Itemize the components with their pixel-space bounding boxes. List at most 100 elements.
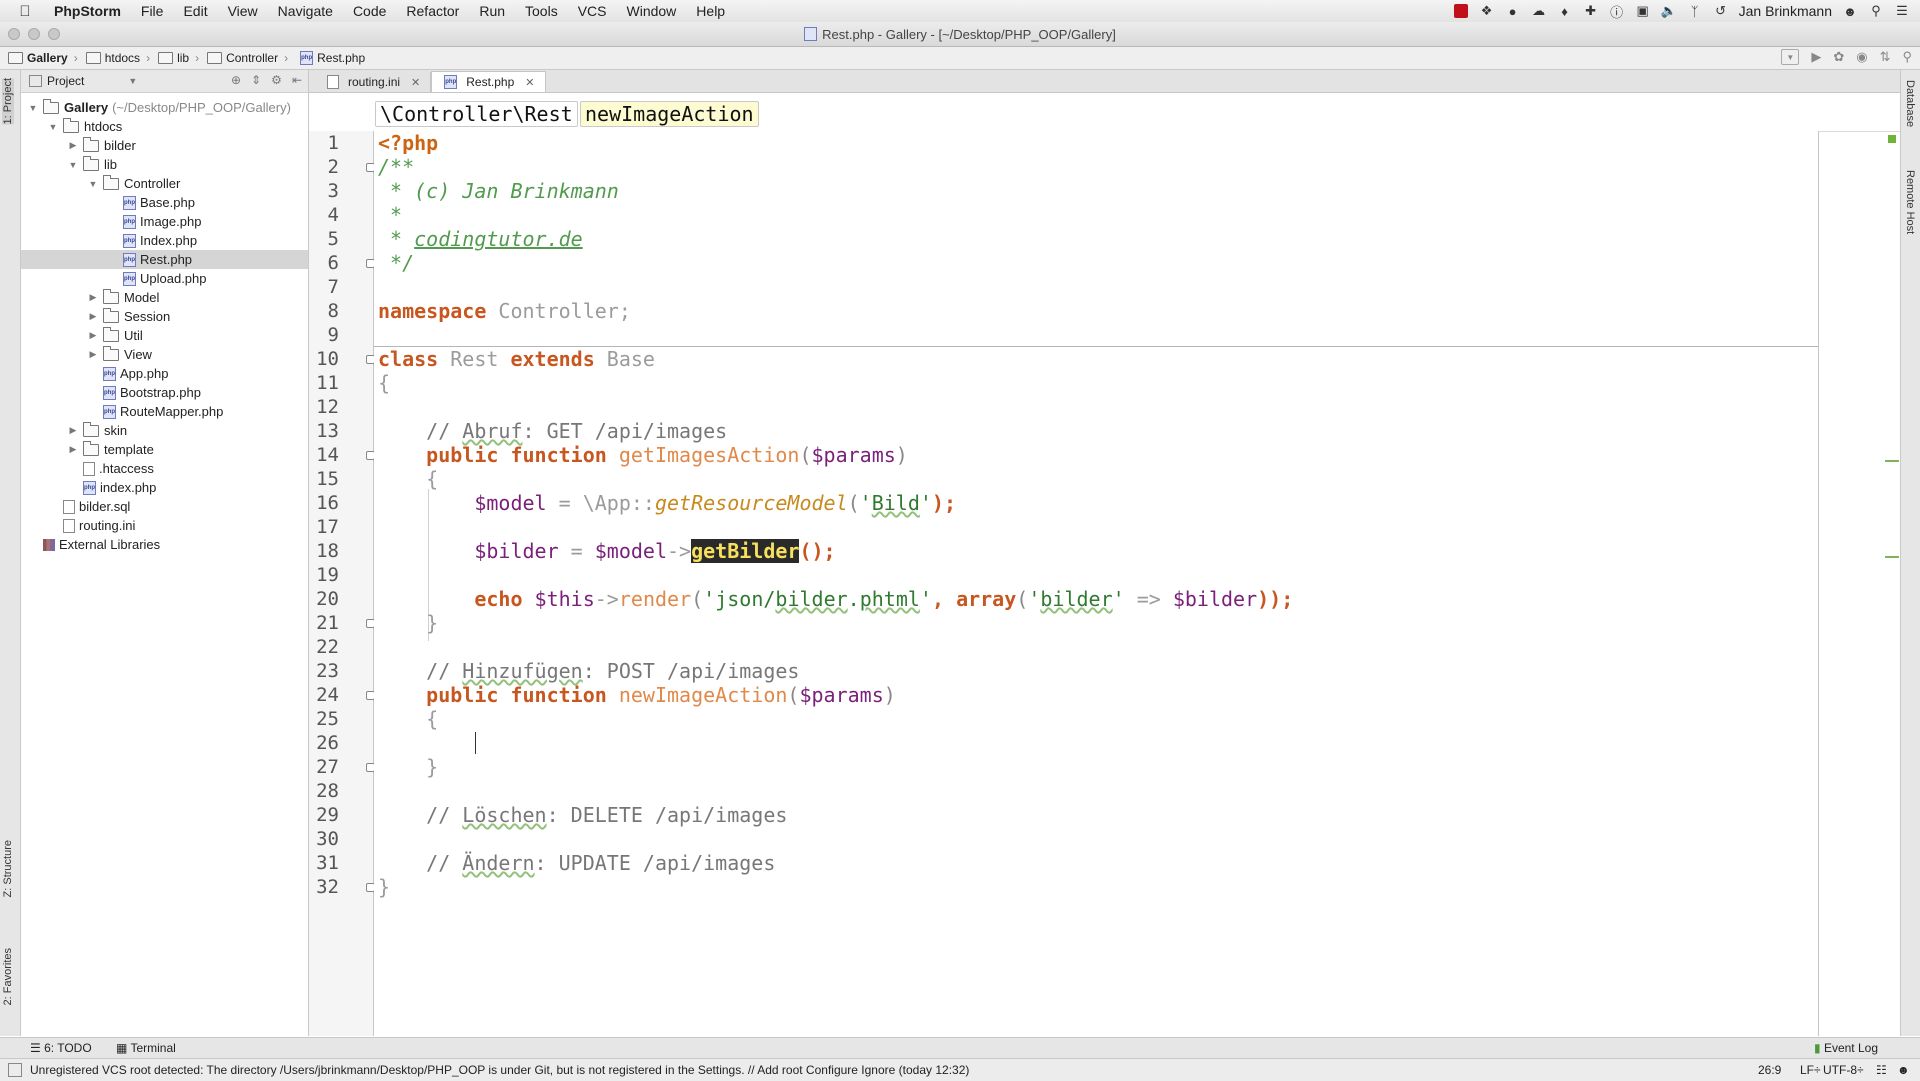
time-machine-icon[interactable]: ↺ [1713,3,1729,19]
info-icon[interactable]: ⓘ [1609,3,1625,20]
nav-crumb-gallery[interactable]: Gallery › [8,51,78,65]
tree-file[interactable]: php App.php [87,364,168,383]
collapsed-arrow-icon[interactable]: ▶ [87,292,99,303]
notification-center-icon[interactable]: ☰ [1894,3,1910,19]
expanded-arrow-icon[interactable]: ▼ [27,103,39,113]
tab-routing-ini[interactable]: routing.ini ✕ [315,72,432,92]
chevron-down-icon[interactable]: ▼ [128,76,137,86]
line-number-gutter[interactable]: 1 2 3 4 5 6 7 8 9 10 11 12 13 14 15 16 17 18 19 20 21 22 23 24 2… [309,131,375,1036]
tree-folder[interactable]: ▼ Controller [87,174,180,193]
favorites-tool-tab[interactable]: 2: Favorites [2,948,14,1005]
lock-icon[interactable]: ☷ [1876,1063,1887,1077]
leaf-icon[interactable]: ● [1505,3,1521,19]
tree-folder[interactable]: ▶ bilder [67,136,136,155]
tree-file[interactable]: php Index.php [107,231,197,250]
user-name[interactable]: Jan Brinkmann [1739,3,1832,19]
code-editor[interactable]: <?php /** * (c) Jan Brinkmann * * coding… [374,131,1819,1036]
tree-file[interactable]: php Upload.php [107,269,207,288]
locate-file-icon[interactable]: ⊕ [231,73,241,87]
menu-help[interactable]: Help [696,3,725,19]
menu-window[interactable]: Window [627,3,677,19]
menu-view[interactable]: View [228,3,258,19]
run-config-dropdown[interactable]: ▼ [1781,49,1800,65]
tree-file[interactable]: php index.php [67,478,156,497]
minimize-window-button[interactable] [28,28,40,40]
tree-folder[interactable]: ▼ Gallery (~/Desktop/PHP_OOP/Gallery) [27,98,291,117]
menu-refactor[interactable]: Refactor [406,3,459,19]
error-stripe-mark[interactable] [1885,460,1899,462]
zoom-window-button[interactable] [48,28,60,40]
expanded-arrow-icon[interactable]: ▼ [67,160,79,170]
menu-edit[interactable]: Edit [183,3,207,19]
dropbox-icon[interactable]: ❖ [1479,3,1495,19]
expanded-arrow-icon[interactable]: ▼ [87,179,99,189]
nav-crumb-htdocs[interactable]: htdocs › [85,51,150,65]
gear-icon[interactable]: ⚙ [271,73,282,87]
menu-tools[interactable]: Tools [525,3,558,19]
battery-icon[interactable]: ▣ [1635,3,1651,19]
cloud-icon[interactable]: ☁ [1531,3,1547,19]
menu-file[interactable]: File [141,3,164,19]
debug-icon[interactable]: ✿ [1833,49,1844,65]
evernote-icon[interactable]: ♦ [1557,3,1573,19]
collapsed-arrow-icon[interactable]: ▶ [67,425,79,436]
app-menu[interactable]: PhpStorm [54,3,121,19]
tree-folder[interactable]: ▶ template [67,440,154,459]
plus-icon[interactable]: ✚ [1583,3,1599,19]
collapsed-arrow-icon[interactable]: ▶ [87,349,99,360]
nav-crumb-rest-php[interactable]: php Rest.php [296,51,365,65]
tree-file[interactable]: php Bootstrap.php [87,383,201,402]
structure-tool-tab[interactable]: Z: Structure [2,840,14,897]
inspector-icon[interactable]: ☻ [1897,1063,1910,1077]
apple-icon[interactable]:  [12,3,38,20]
close-window-button[interactable] [8,28,20,40]
expanded-arrow-icon[interactable]: ▼ [47,122,59,132]
tree-folder[interactable]: ▶ View [87,345,152,364]
todo-tool-tab[interactable]: ☰ 6: TODO [30,1041,92,1055]
hide-panel-icon[interactable]: ⇤ [292,73,302,87]
collapsed-arrow-icon[interactable]: ▶ [87,311,99,322]
close-icon[interactable]: ✕ [525,76,534,89]
tree-file[interactable]: .htaccess [67,459,154,478]
close-icon[interactable]: ✕ [411,76,420,89]
search-everywhere-icon[interactable]: ⚲ [1902,49,1912,65]
tree-folder[interactable]: ▶ Session [87,307,170,326]
vcs-update-icon[interactable]: ⇅ [1880,49,1891,65]
editor-crumb-class[interactable]: \Controller\Rest [375,101,578,127]
collapsed-arrow-icon[interactable]: ▶ [67,444,79,455]
volume-icon[interactable]: 🔈 [1661,3,1677,19]
editor-crumb-method[interactable]: newImageAction [580,101,759,127]
tree-file[interactable]: php RouteMapper.php [87,402,223,421]
project-view-selector[interactable]: Project [47,74,84,88]
database-tool-tab[interactable]: Database [1904,80,1916,127]
tree-file[interactable]: routing.ini [47,516,135,535]
remote-host-tool-tab[interactable]: Remote Host [1904,170,1916,234]
tree-folder[interactable]: ▼ lib [67,155,117,174]
error-stripe-mark[interactable] [1885,556,1899,558]
collapsed-arrow-icon[interactable]: ▶ [67,140,79,151]
event-log-tool-tab[interactable]: ▮ Event Log [1814,1041,1878,1055]
file-encoding[interactable]: UTF-8÷ [1823,1063,1864,1077]
tool-windows-toggle-icon[interactable] [8,1063,22,1077]
tree-folder[interactable]: ▶ Model [87,288,159,307]
tree-folder[interactable]: ▶ skin [67,421,127,440]
project-tool-tab[interactable]: 1: Project [2,78,14,125]
line-separator[interactable]: LF÷ [1800,1063,1821,1077]
collapse-all-icon[interactable]: ⇕ [251,73,261,87]
menu-vcs[interactable]: VCS [578,3,607,19]
tree-file[interactable]: php Base.php [107,193,195,212]
user-icon[interactable]: ☻ [1842,3,1858,19]
caret-position[interactable]: 26:9 [1758,1063,1781,1077]
tree-file[interactable]: External Libraries [27,535,160,554]
tree-file[interactable]: php Image.php [107,212,201,231]
menu-navigate[interactable]: Navigate [278,3,333,19]
tab-rest-php[interactable]: php Rest.php ✕ [431,71,546,92]
coverage-icon[interactable]: ◉ [1856,49,1867,65]
recording-icon[interactable] [1453,3,1469,19]
status-message[interactable]: Unregistered VCS root detected: The dire… [30,1063,969,1077]
terminal-tool-tab[interactable]: ▦ Terminal [116,1041,176,1055]
menu-run[interactable]: Run [479,3,505,19]
nav-crumb-controller[interactable]: Controller › [207,51,288,65]
run-icon[interactable]: ▶ [1811,49,1821,65]
tree-file[interactable]: bilder.sql [47,497,130,516]
